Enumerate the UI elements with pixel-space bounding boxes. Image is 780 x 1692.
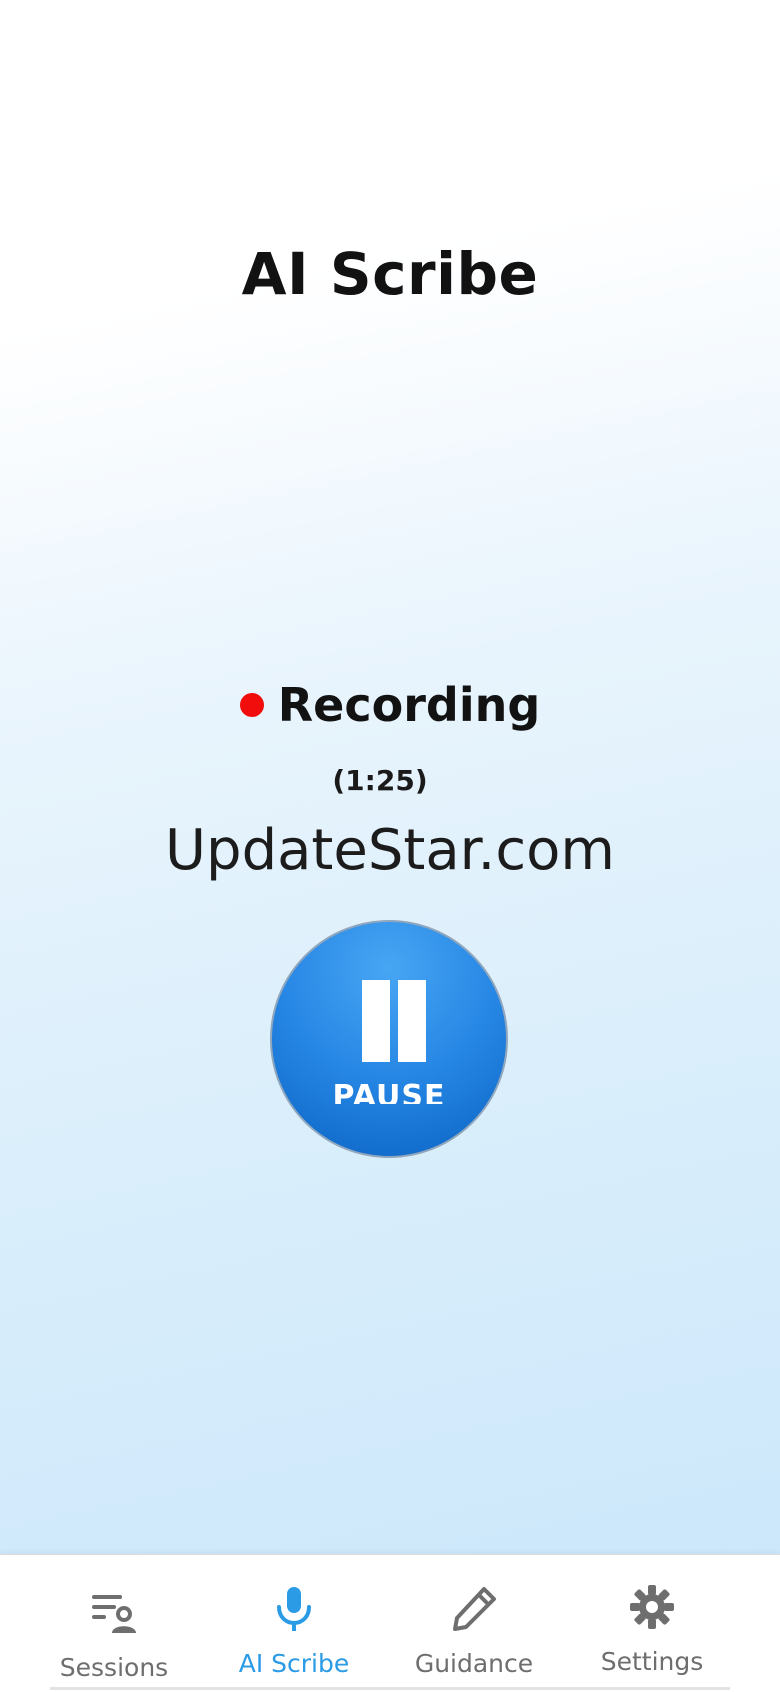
recording-timer: (1:25) (332, 764, 428, 797)
tab-guidance[interactable]: Guidance (384, 1555, 564, 1692)
page-title: AI Scribe (241, 240, 539, 308)
tab-ai-scribe[interactable]: AI Scribe (204, 1555, 384, 1692)
recording-indicator-dot (239, 693, 264, 717)
bottom-tab-bar: Sessions AI Scribe Guidance Settings (0, 1554, 780, 1692)
tab-sessions-label: Sessions (59, 1653, 169, 1682)
tab-guidance-label: Guidance (414, 1649, 534, 1678)
tab-sessions[interactable]: Sessions (24, 1555, 204, 1692)
pencil-icon (453, 1587, 496, 1631)
watermark-text: UpdateStar.com (165, 818, 615, 883)
recording-status-label: Recording (277, 678, 541, 732)
pause-icon-bar-right (398, 980, 426, 1062)
tab-ai-scribe-label: AI Scribe (238, 1649, 350, 1678)
pause-button[interactable]: PAUSE (270, 920, 508, 1158)
recording-status: Recording (0, 678, 780, 732)
tab-settings-label: Settings (600, 1647, 704, 1676)
sessions-list-icon (92, 1595, 136, 1633)
home-indicator (50, 1687, 730, 1690)
microphone-icon (277, 1587, 311, 1631)
pause-icon-bar-left (362, 980, 390, 1062)
gear-icon (630, 1585, 674, 1629)
pause-button-label: PAUSE (332, 1080, 446, 1104)
tab-settings[interactable]: Settings (562, 1555, 742, 1692)
